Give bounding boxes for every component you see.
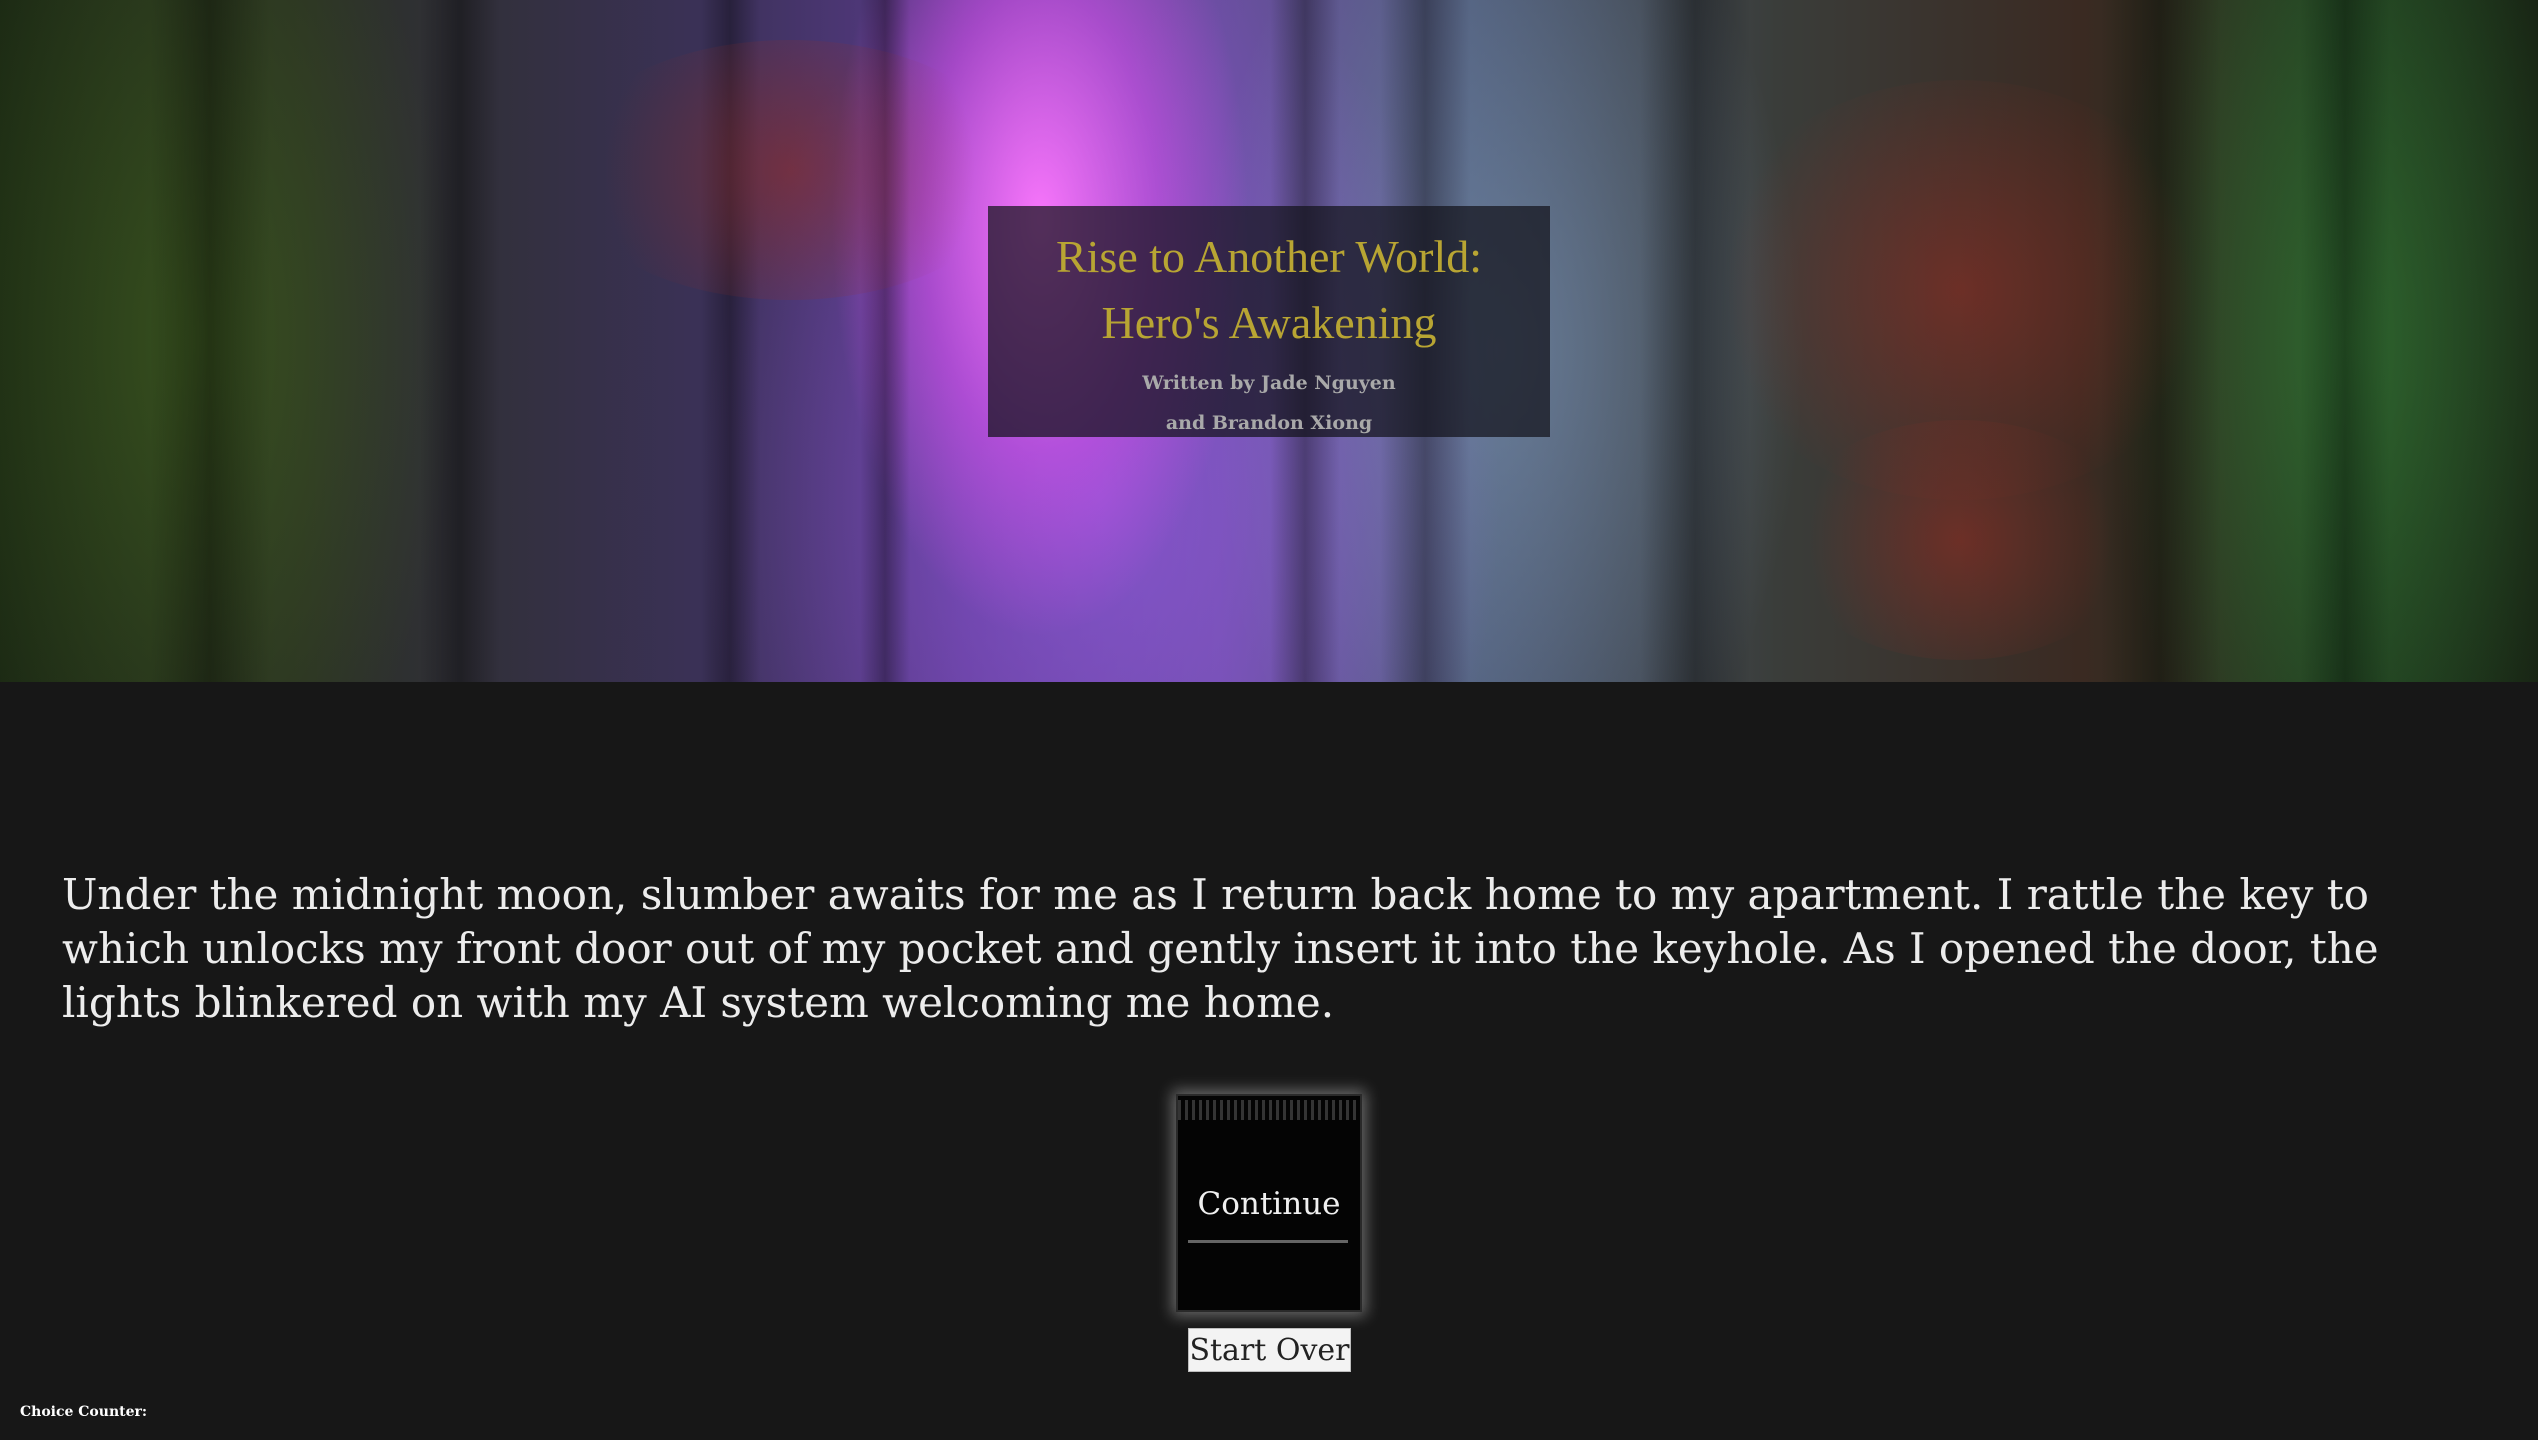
author-credit-line1: Written by Jade Nguyen [1142, 372, 1396, 394]
title-card: Rise to Another World: Hero's Awakening … [988, 206, 1550, 437]
forest-banner-image: Rise to Another World: Hero's Awakening … [0, 0, 2538, 682]
author-credit-line2: and Brandon Xiong [1165, 412, 1373, 434]
autumn-leaves [560, 40, 1020, 300]
tree-trunk [150, 0, 270, 682]
button-texture [1178, 1100, 1360, 1120]
tree-trunk [2300, 0, 2390, 682]
autumn-leaves [1780, 420, 2140, 660]
start-over-button[interactable]: Start Over [1188, 1328, 1351, 1372]
tree-trunk [420, 0, 500, 682]
continue-button-label: Continue [1197, 1186, 1341, 1222]
story-passage: Under the midnight moon, slumber awaits … [62, 870, 2379, 1027]
choice-counter: Choice Counter: [20, 1404, 148, 1420]
game-title-line1: Rise to Another World: [1055, 231, 1483, 282]
button-texture [1188, 1240, 1348, 1243]
continue-button[interactable]: Continue [1176, 1094, 1362, 1312]
game-title-line2: Hero's Awakening [1101, 297, 1437, 348]
